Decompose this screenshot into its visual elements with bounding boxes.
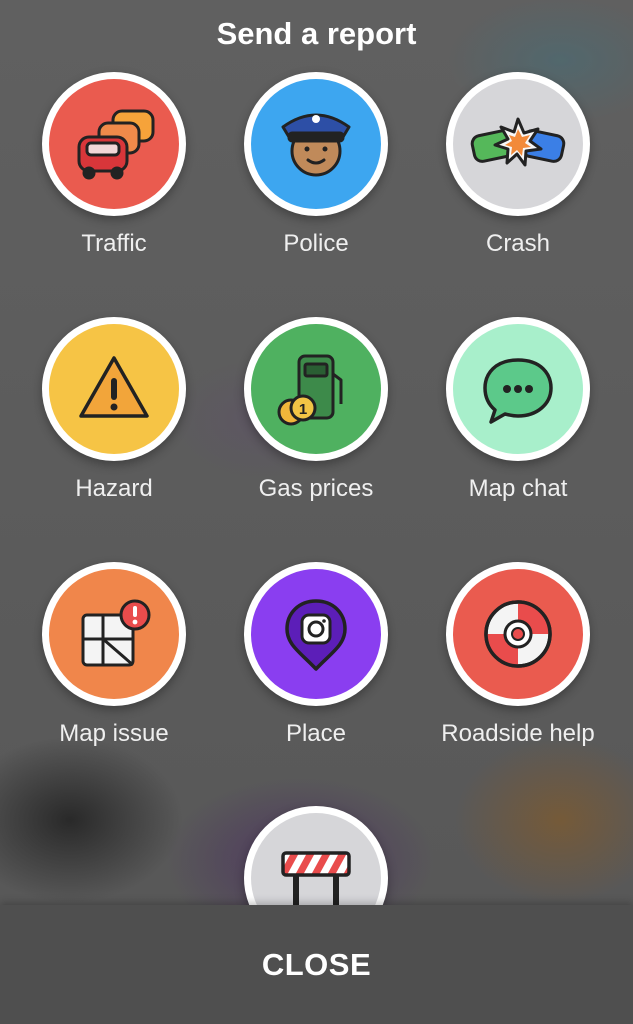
footer-bar: CLOSE bbox=[0, 905, 633, 1024]
report-hazard-label: Hazard bbox=[75, 475, 153, 502]
report-map-chat-label: Map chat bbox=[468, 475, 568, 502]
map-issue-icon bbox=[49, 569, 179, 699]
svg-text:1: 1 bbox=[299, 401, 307, 418]
close-button[interactable]: CLOSE bbox=[256, 946, 377, 984]
crash-icon bbox=[453, 79, 583, 209]
report-grid: Traffic Police Crash Hazard 1 Gas prices… bbox=[0, 0, 633, 905]
report-traffic-circle bbox=[42, 72, 186, 216]
report-gas-prices-circle: 1 bbox=[244, 317, 388, 461]
report-crash-label: Crash bbox=[485, 230, 551, 257]
report-place-label: Place bbox=[285, 720, 347, 747]
report-map-chat-button[interactable]: Map chat bbox=[428, 317, 608, 503]
report-place-button[interactable]: Place bbox=[226, 562, 406, 748]
report-police-button[interactable]: Police bbox=[226, 72, 406, 258]
report-road-closure-circle bbox=[244, 806, 388, 905]
report-map-issue-button[interactable]: Map issue bbox=[24, 562, 204, 748]
report-map-issue-label: Map issue bbox=[59, 720, 169, 747]
hazard-warning-icon bbox=[49, 324, 179, 454]
report-map-issue-circle bbox=[42, 562, 186, 706]
report-roadside-help-button[interactable]: Roadside help bbox=[428, 562, 608, 748]
report-roadside-help-circle bbox=[446, 562, 590, 706]
report-hazard-button[interactable]: Hazard bbox=[24, 317, 204, 503]
road-closure-barrier-icon bbox=[251, 813, 381, 905]
report-gas-prices-label: Gas prices bbox=[258, 475, 374, 502]
report-map-chat-circle bbox=[446, 317, 590, 461]
gas-pump-icon: 1 bbox=[251, 324, 381, 454]
report-police-label: Police bbox=[283, 230, 349, 257]
report-traffic-label: Traffic bbox=[81, 230, 147, 257]
report-gas-prices-button[interactable]: 1 Gas prices bbox=[226, 317, 406, 503]
place-camera-icon bbox=[251, 569, 381, 699]
police-officer-icon bbox=[251, 79, 381, 209]
report-traffic-button[interactable]: Traffic bbox=[24, 72, 204, 258]
lifebuoy-icon bbox=[453, 569, 583, 699]
report-police-circle bbox=[244, 72, 388, 216]
report-road-closure-button[interactable] bbox=[226, 806, 406, 905]
report-crash-button[interactable]: Crash bbox=[428, 72, 608, 258]
report-crash-circle bbox=[446, 72, 590, 216]
report-hazard-circle bbox=[42, 317, 186, 461]
traffic-cars-icon bbox=[49, 79, 179, 209]
report-roadside-help-label: Roadside help bbox=[441, 720, 595, 747]
report-place-circle bbox=[244, 562, 388, 706]
chat-bubble-icon bbox=[453, 324, 583, 454]
